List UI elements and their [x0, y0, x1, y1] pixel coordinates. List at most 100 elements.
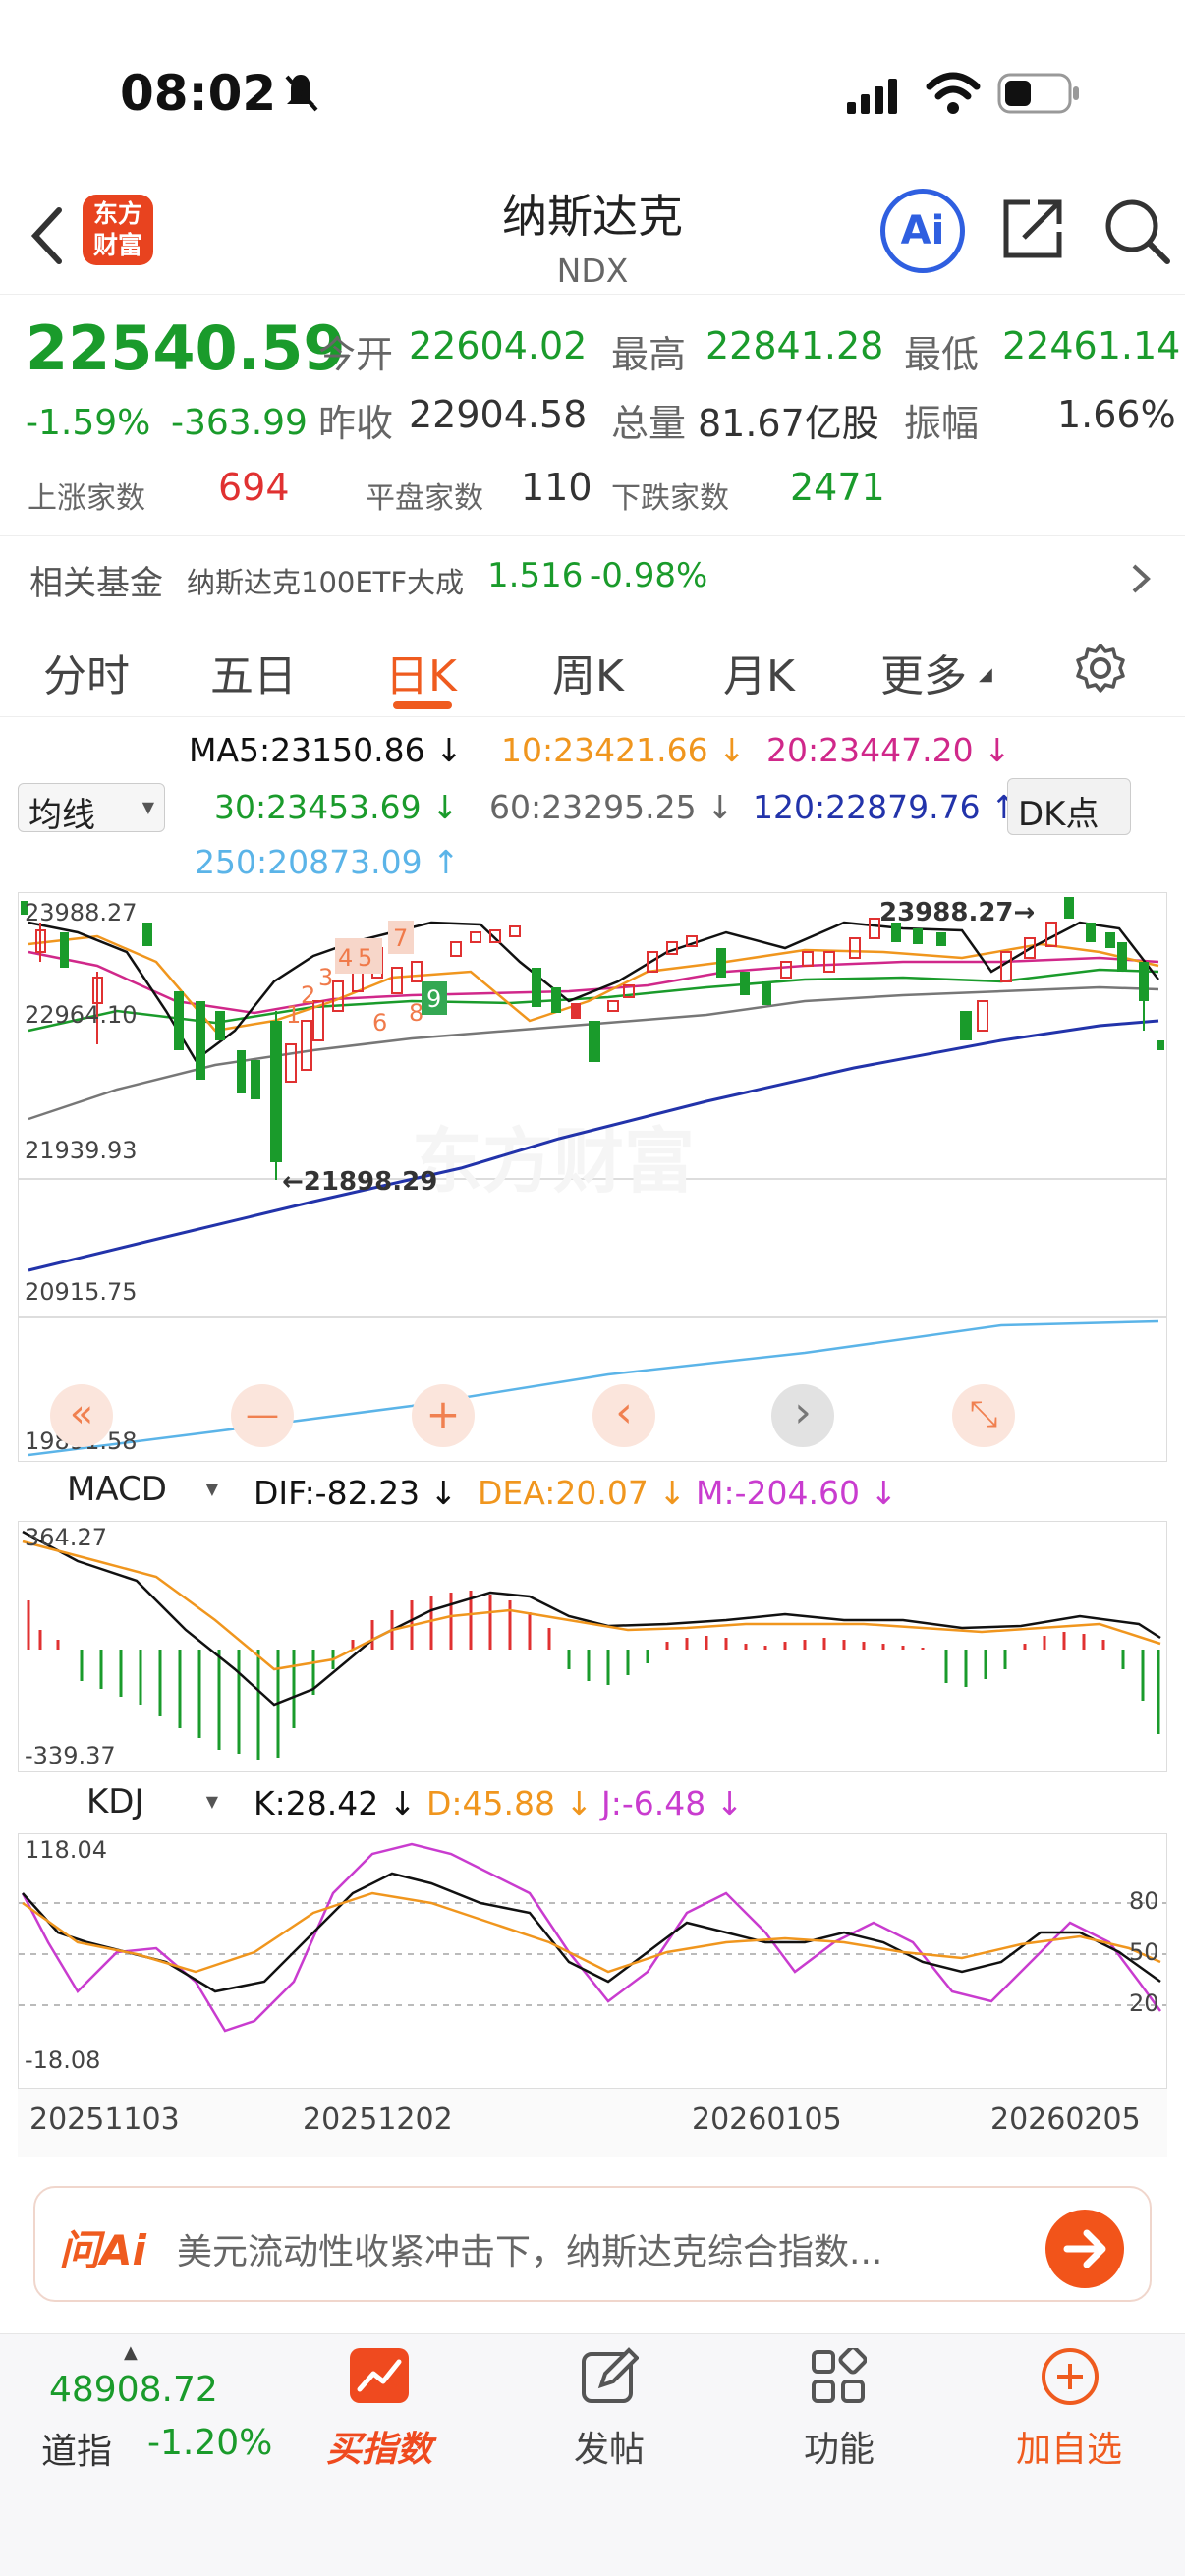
- seq-num-1: 1: [286, 1001, 301, 1029]
- ma20-legend: 20:23447.20 ↓: [766, 731, 1011, 769]
- dropdown-caret-icon: ▼: [205, 1792, 218, 1811]
- seq-num-4: 4: [338, 944, 353, 972]
- index-ticker[interactable]: ▲ 48908.72 道指 -1.20%: [0, 2334, 285, 2501]
- kdj-bottom-label: -18.08: [25, 2046, 100, 2074]
- gear-icon[interactable]: [1075, 643, 1126, 694]
- ma5-legend: MA5:23150.86 ↓: [189, 731, 463, 769]
- kdj-chart[interactable]: 118.04 -18.08 80 50 20: [18, 1833, 1167, 2089]
- macd-m: M:-204.60 ↓: [696, 1474, 898, 1512]
- fund-name: 纳斯达克100ETF大成: [187, 566, 465, 599]
- triangle-up-icon: ▲: [124, 2342, 138, 2363]
- low-value: 22461.14: [1002, 324, 1181, 367]
- tab-active-indicator: [393, 701, 452, 709]
- prev-close-label: 昨收: [318, 402, 394, 445]
- nav-add-watchlist[interactable]: 加自选: [981, 2334, 1157, 2501]
- volume-label: 总量: [611, 402, 687, 445]
- macd-dif: DIF:-82.23 ↓: [254, 1474, 458, 1512]
- down-count-value: 2471: [790, 466, 885, 509]
- ctrl-zoom-out-button[interactable]: —: [231, 1384, 294, 1447]
- dk-point-button[interactable]: DK点: [1007, 778, 1131, 835]
- expand-icon: ⤡: [969, 1394, 998, 1434]
- nav-post[interactable]: 发帖: [521, 2334, 698, 2501]
- ctrl-prev-button[interactable]: ‹: [592, 1384, 655, 1447]
- signal-icon: [847, 79, 897, 114]
- volume-value: 81.67亿股: [698, 402, 879, 445]
- ctrl-next-button[interactable]: ›: [771, 1384, 834, 1447]
- kline-chart[interactable]: 东方财富 1 2 3 4 5 6 7 8 9 23988.27 22964.10…: [18, 892, 1167, 1462]
- tab-monthly-k[interactable]: 月K: [723, 641, 795, 703]
- ai-brand-label: 问Ai: [59, 2226, 146, 2274]
- dropdown-caret-icon: ▼: [141, 798, 154, 816]
- amplitude-label: 振幅: [904, 402, 980, 445]
- last-price: 22540.59: [26, 312, 346, 384]
- up-count-label: 上涨家数: [28, 481, 145, 516]
- grid-icon: [812, 2348, 867, 2403]
- macd-chart[interactable]: 364.27 -339.37: [18, 1521, 1167, 1772]
- high-value: 22841.28: [705, 324, 884, 367]
- ma250-legend: 250:20873.09 ↑: [195, 843, 460, 881]
- ma-selector[interactable]: 均线 ▼: [18, 783, 165, 835]
- low-marker: ←21898.29: [282, 1167, 437, 1197]
- page-title: 纳斯达克: [502, 190, 683, 243]
- fund-price: 1.516: [487, 556, 584, 595]
- share-icon[interactable]: [1000, 196, 1065, 261]
- search-icon[interactable]: [1102, 196, 1171, 265]
- open-value: 22604.02: [409, 324, 588, 367]
- nav-buy-index-label: 买指数: [325, 2430, 432, 2470]
- index-code: NDX: [556, 252, 629, 290]
- ma120-legend: 120:22879.76 ↑: [753, 788, 1018, 826]
- ai-send-button[interactable]: [1045, 2210, 1124, 2288]
- y-label-3: 21939.93: [25, 1137, 138, 1164]
- change-value: -363.99: [171, 403, 308, 443]
- ctrl-scroll-left-button[interactable]: «: [50, 1384, 113, 1447]
- ctrl-fullscreen-button[interactable]: ⤡: [952, 1384, 1015, 1447]
- edit-icon: [582, 2347, 639, 2403]
- seq-num-7: 7: [393, 924, 408, 952]
- date-label-4: 20260205: [990, 2102, 1141, 2137]
- chevron-right-icon: [1132, 564, 1151, 593]
- mute-icon: [285, 75, 318, 112]
- plus-icon: +: [425, 1390, 461, 1438]
- tab-more[interactable]: 更多: [880, 641, 967, 703]
- nav-buy-index[interactable]: 买指数: [291, 2334, 468, 2501]
- macd-dea: DEA:20.07 ↓: [478, 1474, 686, 1512]
- tab-five-day[interactable]: 五日: [210, 641, 297, 703]
- kdj-level-20: 20: [1129, 1989, 1159, 2017]
- change-pct: -1.59%: [26, 403, 151, 443]
- kdj-selector[interactable]: KDJ ▼: [26, 1778, 228, 1827]
- y-label-4: 20915.75: [25, 1278, 138, 1306]
- minus-icon: —: [246, 1395, 279, 1434]
- tab-daily-k[interactable]: 日K: [385, 641, 457, 703]
- fund-label: 相关基金: [29, 564, 163, 603]
- ctrl-zoom-in-button[interactable]: +: [412, 1384, 475, 1447]
- period-tabs: 分时 五日 日K 周K 月K 更多 ◢: [0, 619, 1185, 717]
- wifi-icon: [926, 72, 981, 114]
- ticker-name: 道指: [41, 2432, 113, 2472]
- date-label-3: 20260105: [692, 2102, 842, 2137]
- tab-intraday[interactable]: 分时: [43, 641, 130, 703]
- amplitude-value: 1.66%: [1057, 393, 1176, 436]
- y-label-1: 23988.27: [25, 899, 138, 926]
- j-line: [21, 1842, 1162, 2033]
- nav-functions[interactable]: 功能: [751, 2334, 928, 2501]
- bottom-nav: ▲ 48908.72 道指 -1.20% 买指数 发帖 功能 加自选: [0, 2333, 1185, 2576]
- nav-functions-label: 功能: [803, 2430, 875, 2470]
- logo-text-top: 东方: [92, 199, 142, 228]
- tab-weekly-k[interactable]: 周K: [552, 641, 624, 703]
- nav-header: 东方 财富 纳斯达克 NDX Ai: [0, 177, 1185, 295]
- ma30-legend: 30:23453.69 ↓: [214, 788, 459, 826]
- date-label-2: 20251202: [303, 2102, 453, 2137]
- ai-question-bar[interactable]: 问Ai 美元流动性收紧冲击下，纳斯达克综合指数...: [33, 2186, 1152, 2302]
- d-line: [22, 1891, 1161, 1974]
- macd-selector[interactable]: MACD ▼: [26, 1466, 228, 1515]
- ai-button[interactable]: Ai: [880, 189, 965, 273]
- macd-selector-label: MACD: [67, 1470, 167, 1509]
- related-fund-row[interactable]: 相关基金 纳斯达克100ETF大成 1.516 -0.98%: [0, 535, 1185, 614]
- ma60-legend: 60:23295.25 ↓: [489, 788, 734, 826]
- back-icon[interactable]: [28, 206, 67, 265]
- down-count-label: 下跌家数: [611, 481, 729, 516]
- arrow-right-icon: [1063, 2229, 1106, 2268]
- nav-add-watchlist-label: 加自选: [1015, 2430, 1122, 2470]
- kline-svg: 东方财富 1 2 3 4 5 6 7 8 9 23988.27 22964.10…: [19, 897, 1166, 1457]
- high-label: 最高: [611, 333, 687, 376]
